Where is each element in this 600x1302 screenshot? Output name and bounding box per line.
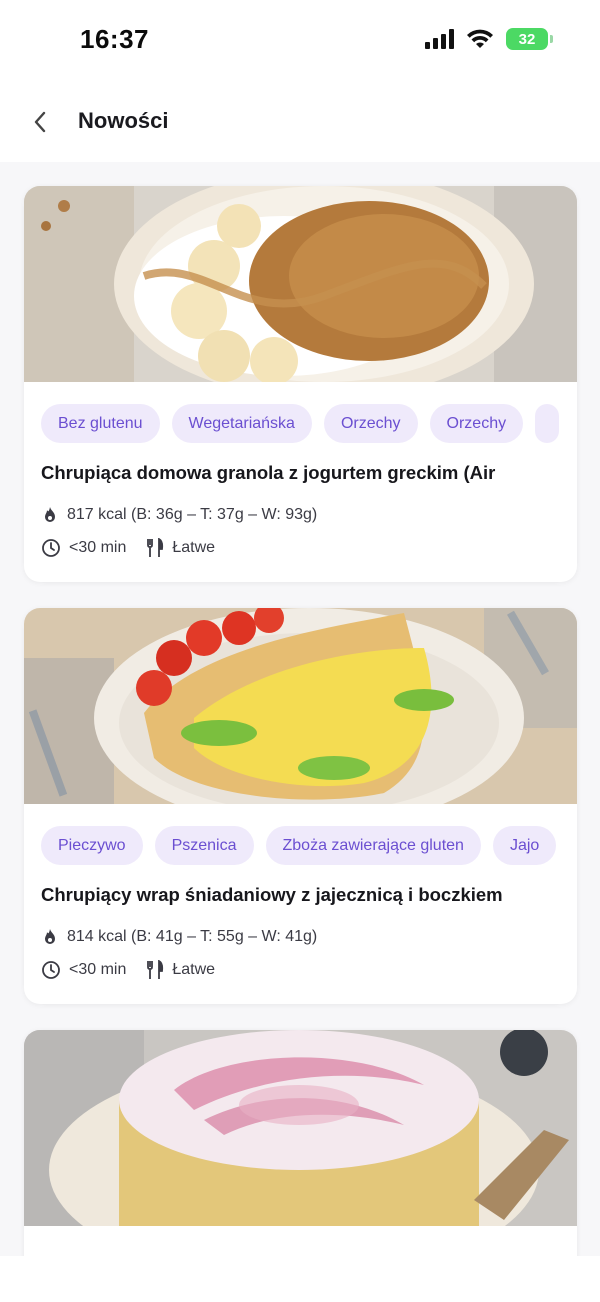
wifi-icon	[467, 29, 493, 48]
prep-time: <30 min	[41, 960, 126, 980]
difficulty-text: Łatwe	[172, 539, 216, 556]
header: Nowości	[0, 82, 600, 162]
fork-knife-icon	[147, 538, 164, 557]
recipe-title[interactable]: Chrupiąca domowa granola z jogurtem grec…	[41, 462, 561, 484]
page-title: Nowości	[78, 108, 169, 133]
nutrition-text: 814 kcal (B: 41g – T: 55g – W: 41g)	[67, 928, 318, 945]
tag-chip[interactable]: Zboża zawierające gluten	[265, 826, 481, 865]
back-button[interactable]	[24, 104, 56, 140]
prep-time-text: <30 min	[69, 539, 127, 556]
nutrition-row: 814 kcal (B: 41g – T: 55g – W: 41g)	[41, 928, 577, 946]
recipe-image-cheesecake	[24, 1030, 577, 1226]
details-row: <30 min Łatwe	[41, 538, 577, 558]
difficulty: Łatwe	[146, 538, 215, 558]
clock-icon	[42, 961, 60, 979]
recipe-image-wrap	[24, 608, 577, 804]
recipe-card[interactable]: Pieczywo Pszenica Zboża zawierające glut…	[24, 608, 577, 1004]
prep-time: <30 min	[41, 538, 126, 558]
tag-chip[interactable]: Bez glutenu	[41, 404, 160, 443]
recipe-card[interactable]: Bez glutenu Wegetariańska Orzechy Orzech…	[24, 186, 577, 582]
status-time: 16:37	[80, 24, 149, 54]
nutrition-text: 817 kcal (B: 36g – T: 37g – W: 93g)	[67, 506, 318, 523]
recipe-tags: Bez glutenu Wegetariańska Orzechy Orzech…	[41, 404, 577, 444]
tag-chip[interactable]: Orzechy	[323, 404, 418, 443]
tag-chip[interactable]: Pszenica	[154, 826, 254, 865]
clock-icon	[42, 539, 60, 557]
tag-chip[interactable]	[535, 404, 560, 443]
difficulty-text: Łatwe	[172, 961, 216, 978]
tag-chip[interactable]: Wegetariańska	[171, 404, 312, 443]
flame-icon	[45, 929, 55, 944]
battery-icon: 32	[506, 28, 553, 50]
cellular-signal-icon	[425, 29, 454, 49]
difficulty: Łatwe	[146, 960, 215, 980]
recipe-image-granola	[24, 186, 577, 382]
recipe-card[interactable]	[24, 1030, 577, 1256]
recipe-feed[interactable]: Bez glutenu Wegetariańska Orzechy Orzech…	[0, 162, 600, 1256]
tag-chip[interactable]: Orzechy	[429, 404, 524, 443]
flame-icon	[45, 507, 55, 522]
status-icons: 32	[425, 28, 553, 50]
nutrition-row: 817 kcal (B: 36g – T: 37g – W: 93g)	[41, 506, 577, 524]
home-indicator-area	[0, 1256, 600, 1302]
fork-knife-icon	[147, 960, 164, 979]
chevron-left-icon	[34, 111, 46, 133]
recipe-title[interactable]: Chrupiący wrap śniadaniowy z jajecznicą …	[41, 884, 561, 906]
status-bar: 16:37 32	[0, 0, 600, 82]
prep-time-text: <30 min	[69, 961, 127, 978]
battery-level: 32	[518, 30, 536, 48]
tag-chip[interactable]: Pieczywo	[41, 826, 143, 865]
tag-chip[interactable]: Jajo	[492, 826, 557, 865]
details-row: <30 min Łatwe	[41, 960, 577, 980]
recipe-tags: Pieczywo Pszenica Zboża zawierające glut…	[41, 826, 577, 866]
